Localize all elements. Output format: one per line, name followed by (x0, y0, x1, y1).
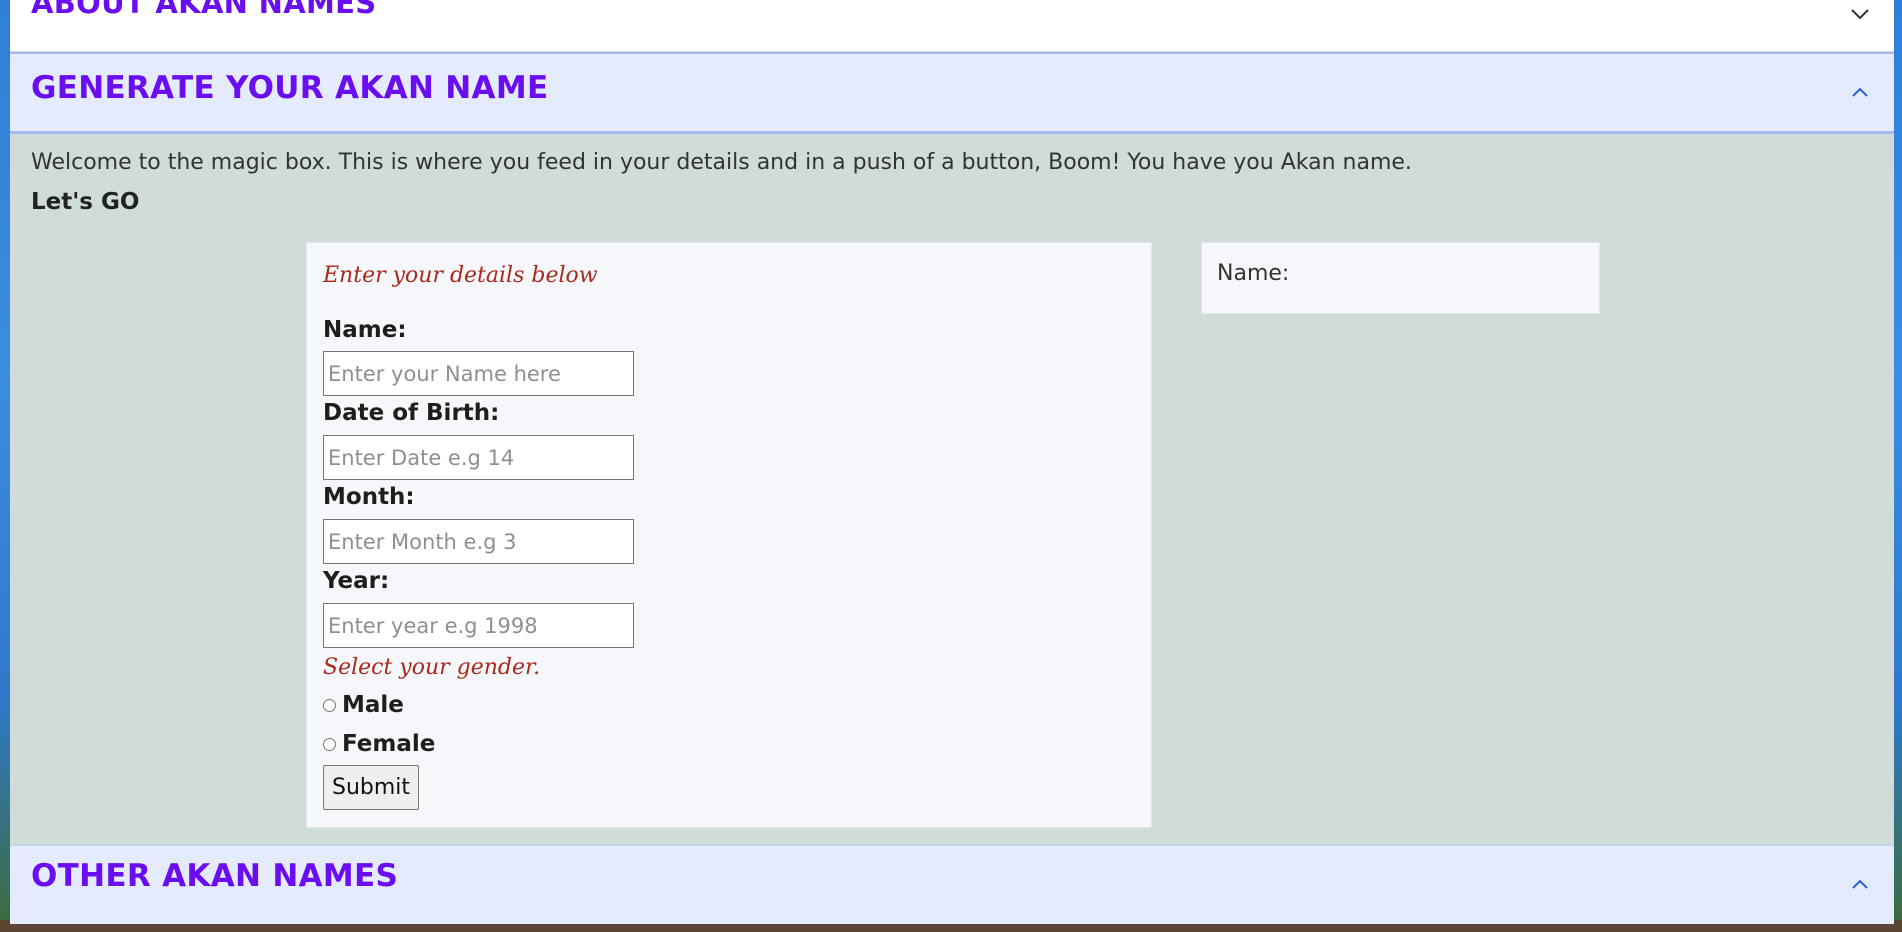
male-option[interactable]: Male (323, 692, 404, 718)
chevron-up-icon (1852, 879, 1868, 889)
accordion-generate-header[interactable]: GENERATE YOUR AKAN NAME (10, 52, 1894, 134)
accordion-generate-title: GENERATE YOUR AKAN NAME (31, 70, 549, 106)
month-label: Month: (323, 484, 415, 510)
female-option[interactable]: Female (323, 731, 435, 757)
female-radio[interactable] (323, 737, 336, 751)
result-name-label: Name: (1217, 261, 1290, 286)
female-label: Female (342, 731, 436, 757)
details-form: Enter your details below Name: Date of B… (306, 242, 1152, 828)
result-card: Name: (1201, 242, 1600, 314)
date-of-birth-label: Date of Birth: (323, 400, 500, 426)
intro-text: Welcome to the magic box. This is where … (31, 150, 1412, 175)
male-label: Male (342, 692, 404, 718)
month-input[interactable] (323, 519, 634, 564)
accordion-about-title: ABOUT AKAN NAMES (31, 0, 377, 20)
accordion-about-header[interactable]: ABOUT AKAN NAMES (10, 0, 1894, 52)
name-input[interactable] (323, 351, 634, 396)
gender-prompt: Select your gender. (323, 655, 541, 680)
male-radio[interactable] (323, 698, 336, 712)
date-input[interactable] (323, 435, 634, 480)
submit-button[interactable]: Submit (323, 765, 420, 810)
accordion-other-title: OTHER AKAN NAMES (31, 858, 399, 894)
accordion-other-header[interactable]: OTHER AKAN NAMES (10, 844, 1894, 924)
name-label: Name: (323, 317, 407, 343)
akan-name-app: ABOUT AKAN NAMES GENERATE YOUR AKAN NAME… (10, 0, 1894, 924)
chevron-up-icon (1852, 87, 1868, 97)
form-heading: Enter your details below (323, 263, 598, 288)
lets-go-text: Let's GO (31, 189, 140, 215)
year-label: Year: (323, 568, 390, 594)
year-input[interactable] (323, 603, 634, 648)
chevron-down-icon (1851, 9, 1869, 20)
accordion-generate-body: Welcome to the magic box. This is where … (10, 134, 1894, 844)
